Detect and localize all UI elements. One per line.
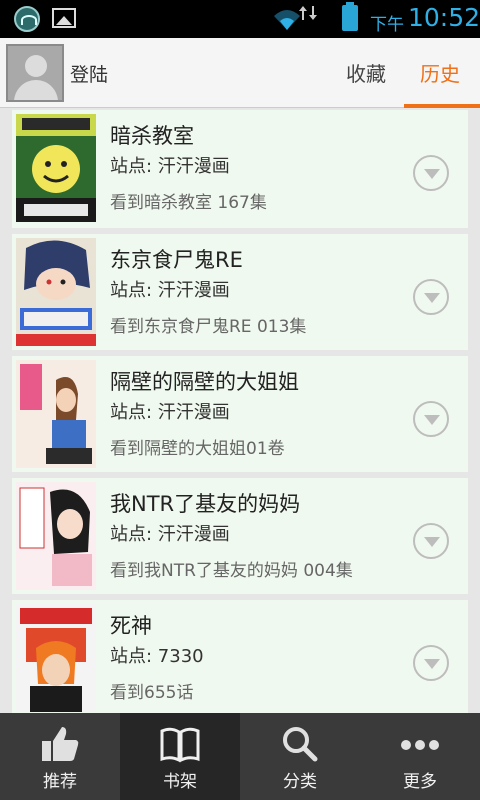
history-list: 暗杀教室 站点: 汗汗漫画 看到暗杀教室 167集 东京食尸鬼RE 站点: 汗汗… xyxy=(12,110,468,722)
avatar-placeholder-icon xyxy=(25,55,47,77)
manga-title: 死神 xyxy=(110,614,152,638)
active-tab-indicator xyxy=(404,104,480,108)
clock-time: 10:52 xyxy=(408,3,480,32)
header: 登陆 收藏 历史 xyxy=(0,38,480,108)
chevron-down-icon[interactable] xyxy=(413,279,449,315)
manga-cover xyxy=(16,604,96,712)
chevron-down-icon[interactable] xyxy=(413,523,449,559)
nav-label: 更多 xyxy=(403,772,437,792)
more-icon xyxy=(401,740,439,750)
nav-more[interactable]: 更多 xyxy=(360,713,480,800)
manga-site: 站点: 7330 xyxy=(110,646,204,667)
manga-title: 暗杀教室 xyxy=(110,124,194,148)
avatar[interactable] xyxy=(6,44,64,102)
clock-ampm: 下午 xyxy=(370,15,404,35)
manga-title: 隔壁的隔壁的大姐姐 xyxy=(110,370,299,394)
manga-site: 站点: 汗汗漫画 xyxy=(110,524,230,545)
book-icon xyxy=(160,727,200,763)
manga-cover xyxy=(16,238,96,346)
reading-progress: 看到655话 xyxy=(110,683,194,703)
manga-title: 我NTR了基友的妈妈 xyxy=(110,492,301,516)
manga-cover xyxy=(16,114,96,222)
search-icon xyxy=(283,727,318,762)
reading-progress: 看到东京食尸鬼RE 013集 xyxy=(110,317,307,337)
tab-history[interactable]: 历史 xyxy=(420,58,460,87)
list-item[interactable]: 东京食尸鬼RE 站点: 汗汗漫画 看到东京食尸鬼RE 013集 xyxy=(12,234,468,350)
nav-recommend[interactable]: 推荐 xyxy=(0,713,120,800)
list-item[interactable]: 死神 站点: 7330 看到655话 xyxy=(12,600,468,716)
battery-icon xyxy=(342,2,358,31)
image-notification-icon xyxy=(52,8,76,28)
tab-favorites[interactable]: 收藏 xyxy=(346,58,386,87)
status-bar: 下午 10:52 xyxy=(0,0,480,38)
bottom-nav: 推荐 书架 分类 更多 xyxy=(0,713,480,800)
reading-progress: 看到暗杀教室 167集 xyxy=(110,193,267,213)
data-activity-icon xyxy=(299,6,317,20)
app-notification-icon xyxy=(14,6,40,32)
chevron-down-icon[interactable] xyxy=(413,155,449,191)
manga-site: 站点: 汗汗漫画 xyxy=(110,156,230,177)
chevron-down-icon[interactable] xyxy=(413,401,449,437)
nav-label: 书架 xyxy=(163,772,197,792)
reading-progress: 看到隔壁的大姐姐01卷 xyxy=(110,439,285,459)
nav-category[interactable]: 分类 xyxy=(240,713,360,800)
reading-progress: 看到我NTR了基友的妈妈 004集 xyxy=(110,561,353,581)
chevron-down-icon[interactable] xyxy=(413,645,449,681)
nav-label: 推荐 xyxy=(43,772,77,792)
nav-bookshelf[interactable]: 书架 xyxy=(120,713,240,800)
list-item[interactable]: 隔壁的隔壁的大姐姐 站点: 汗汗漫画 看到隔壁的大姐姐01卷 xyxy=(12,356,468,472)
thumbs-up-icon xyxy=(42,727,79,761)
nav-label: 分类 xyxy=(283,772,317,792)
login-link[interactable]: 登陆 xyxy=(70,60,108,87)
manga-site: 站点: 汗汗漫画 xyxy=(110,280,230,301)
manga-title: 东京食尸鬼RE xyxy=(110,248,243,272)
list-item[interactable]: 我NTR了基友的妈妈 站点: 汗汗漫画 看到我NTR了基友的妈妈 004集 xyxy=(12,478,468,594)
manga-site: 站点: 汗汗漫画 xyxy=(110,402,230,423)
list-item[interactable]: 暗杀教室 站点: 汗汗漫画 看到暗杀教室 167集 xyxy=(12,110,468,228)
manga-cover xyxy=(16,360,96,468)
manga-cover xyxy=(16,482,96,590)
